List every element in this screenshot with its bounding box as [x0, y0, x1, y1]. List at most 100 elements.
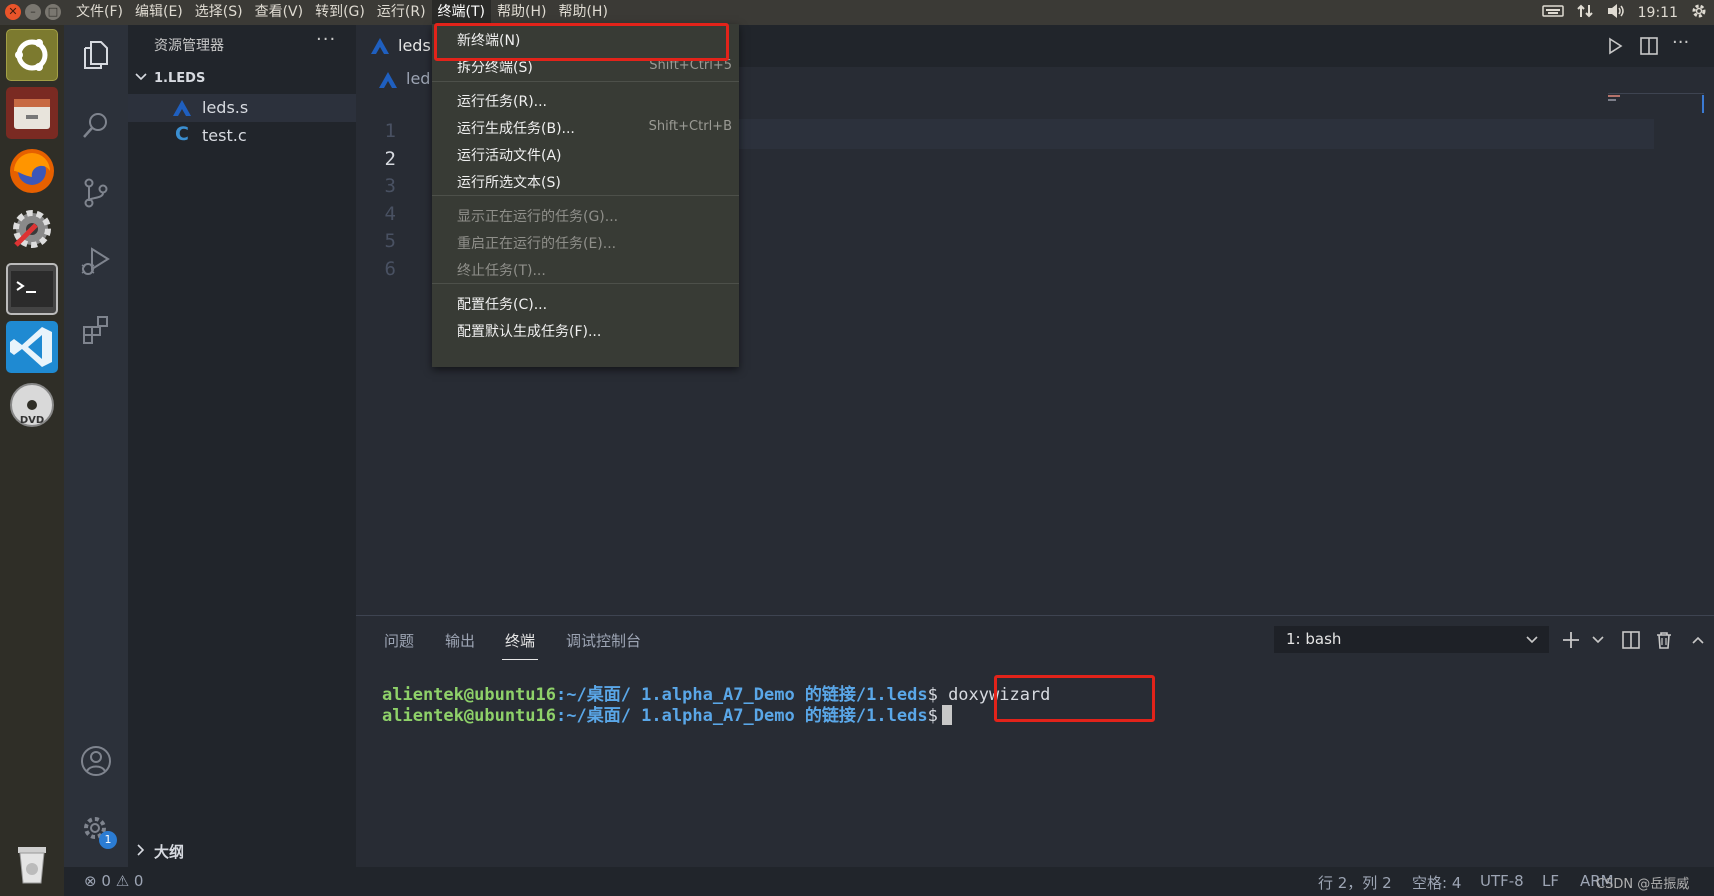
- assembly-file-icon: [378, 71, 398, 93]
- terminal-user: alientek@ubuntu16: [382, 706, 556, 726]
- menu-item[interactable]: 转到(G): [309, 0, 371, 25]
- new-terminal-icon[interactable]: [1559, 628, 1583, 652]
- menu-item[interactable]: 帮助(H): [552, 0, 613, 25]
- command-highlight: [994, 675, 1155, 722]
- folder-row[interactable]: 1.LEDS: [128, 67, 356, 91]
- network-icon[interactable]: [1576, 2, 1594, 24]
- terminal-menu-dropdown: 新终端(N) 拆分终端(S) Shift+Ctrl+5 运行任务(R)... 运行生成任…: [432, 24, 739, 367]
- file-item-leds[interactable]: leds.s: [128, 94, 356, 122]
- split-terminal-icon[interactable]: [1619, 628, 1643, 652]
- terminal-menu-item[interactable]: 运行所选文本(S): [432, 168, 739, 195]
- volume-icon[interactable]: [1606, 3, 1626, 23]
- menu-item[interactable]: 查看(V): [249, 0, 310, 25]
- terminal-cursor: [941, 705, 952, 725]
- terminal-select[interactable]: 1: bash: [1274, 626, 1549, 653]
- line-ending[interactable]: LF: [1542, 872, 1559, 890]
- menu-item-shortcut: Shift+Ctrl+B: [648, 119, 732, 134]
- minimap: [1608, 93, 1704, 155]
- watermark: CSDN @岳振威: [1596, 877, 1690, 892]
- cursor-position[interactable]: 行 2，列 2: [1318, 872, 1392, 893]
- terminal-menu-item[interactable]: 运行活动文件(A): [432, 141, 739, 168]
- terminal-icon[interactable]: [6, 263, 58, 315]
- folder-name: 1.LEDS: [154, 71, 206, 86]
- source-control-icon[interactable]: [72, 169, 120, 217]
- menu-item-label: 配置任务(C)...: [457, 297, 548, 313]
- run-file-icon[interactable]: [1606, 37, 1624, 59]
- system-tray: 19:11: [1541, 0, 1708, 25]
- menu-item[interactable]: 运行(R): [371, 0, 432, 25]
- system-settings-icon[interactable]: [6, 203, 58, 255]
- menu-item[interactable]: 帮助(H): [491, 0, 552, 25]
- terminal-menu-item[interactable]: 配置默认生成任务(F)...: [432, 317, 739, 344]
- assembly-file-icon: [172, 99, 192, 121]
- activity-bar: 1: [64, 25, 128, 867]
- menu-separator: [432, 283, 739, 284]
- close-window-icon[interactable]: ✕: [5, 4, 21, 20]
- active-tab-underline: [502, 659, 538, 660]
- trash-icon[interactable]: [6, 837, 58, 889]
- explorer-more-button[interactable]: ···: [316, 29, 336, 50]
- menu-item[interactable]: 终端(T): [431, 0, 492, 25]
- files-icon[interactable]: [6, 87, 58, 139]
- terminal-menu-item[interactable]: 运行任务(R)...: [432, 87, 739, 114]
- dvd-icon[interactable]: DVD: [6, 379, 58, 431]
- file-item-test[interactable]: C test.c: [128, 122, 356, 150]
- extensions-icon[interactable]: [72, 305, 120, 353]
- tab-debug-console[interactable]: 调试控制台: [566, 630, 641, 651]
- split-editor-icon[interactable]: [1640, 37, 1658, 59]
- breadcrumb[interactable]: led: [406, 69, 430, 88]
- chevron-down-icon: [1525, 632, 1539, 651]
- menu-item[interactable]: 编辑(E): [129, 0, 189, 25]
- terminal-menu-item[interactable]: 运行生成任务(B)... Shift+Ctrl+B: [432, 114, 739, 141]
- keyboard-icon[interactable]: [1541, 4, 1564, 22]
- account-icon[interactable]: [72, 737, 120, 785]
- terminal-menu-item: 重启正在运行的任务(E)...: [432, 229, 739, 256]
- top-menu-bar: ✕ – □ 文件(F) 编辑(E) 选择(S) 查看(V) 转到(G) 运行(R) 终端(T…: [0, 0, 1714, 25]
- menu-item-label: 运行活动文件(A): [457, 148, 562, 164]
- line-number: 1: [384, 120, 396, 142]
- menu-item-label: 重启正在运行的任务(E)...: [457, 236, 617, 252]
- trash-terminal-icon[interactable]: [1652, 628, 1676, 652]
- menu-item-label: 运行所选文本(S): [457, 175, 561, 191]
- explorer-sidebar: 资源管理器 ··· 1.LEDS leds.s C test.c 大纲: [128, 25, 356, 867]
- clock[interactable]: 19:11: [1638, 5, 1678, 21]
- menu-item-label: 终止任务(T)...: [457, 263, 546, 279]
- chevron-down-icon: [134, 70, 148, 88]
- firefox-icon[interactable]: [6, 145, 58, 197]
- svg-text:DVD: DVD: [20, 415, 44, 426]
- encoding[interactable]: UTF-8: [1480, 872, 1524, 890]
- minimize-window-icon[interactable]: –: [25, 4, 41, 20]
- terminal-line: alientek@ubuntu16:~/桌面/ 1.alpha_A7_Demo …: [382, 701, 952, 726]
- maximize-window-icon[interactable]: □: [45, 4, 61, 20]
- settings-icon[interactable]: 1: [72, 805, 120, 853]
- menu-item[interactable]: 选择(S): [189, 0, 249, 25]
- menu-item-label: 配置默认生成任务(F)...: [457, 324, 602, 340]
- ubuntu-dash-icon[interactable]: [6, 29, 58, 81]
- line-number: 3: [384, 175, 396, 197]
- search-icon[interactable]: [72, 101, 120, 149]
- editor-more-icon[interactable]: ···: [1672, 32, 1689, 53]
- problems-status[interactable]: ⊗ 0 ⚠ 0: [84, 872, 143, 890]
- assembly-file-icon: [370, 37, 390, 59]
- system-gear-icon[interactable]: [1690, 2, 1708, 24]
- terminal-menu-item[interactable]: 配置任务(C)...: [432, 290, 739, 317]
- outline-section[interactable]: 大纲: [128, 838, 356, 864]
- tab-problems[interactable]: 问题: [384, 630, 414, 651]
- line-number: 5: [384, 230, 396, 252]
- launch-profile-chevron-icon[interactable]: [1586, 628, 1610, 652]
- menu-item-label: 运行生成任务(B)...: [457, 121, 575, 137]
- tab-terminal[interactable]: 终端: [505, 630, 535, 651]
- tab-output[interactable]: 输出: [445, 630, 475, 651]
- run-debug-icon[interactable]: [72, 237, 120, 285]
- outline-title: 大纲: [154, 843, 185, 861]
- menu-item-label: 显示正在运行的任务(G)...: [457, 209, 619, 225]
- explorer-title: 资源管理器: [154, 38, 224, 54]
- maximize-panel-icon[interactable]: [1686, 628, 1710, 652]
- menu-list: 文件(F) 编辑(E) 选择(S) 查看(V) 转到(G) 运行(R) 终端(T) 帮助(H)…: [70, 0, 614, 25]
- menu-item-label: 运行任务(R)...: [457, 94, 548, 110]
- indentation[interactable]: 空格: 4: [1412, 872, 1461, 893]
- vscode-icon[interactable]: [6, 321, 58, 373]
- menu-item[interactable]: 文件(F): [70, 0, 129, 25]
- line-number: 6: [384, 257, 396, 280]
- explorer-icon[interactable]: [72, 31, 120, 79]
